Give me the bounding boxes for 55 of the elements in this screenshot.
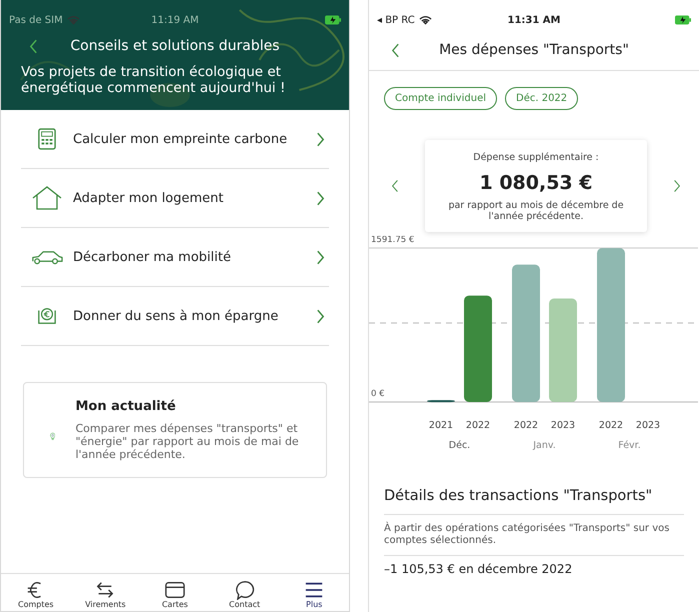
carrier-text: Pas de SIM — [9, 14, 63, 26]
tab-bar-item[interactable]: Contact — [214, 580, 275, 610]
car-icon — [31, 248, 63, 266]
time-text: 11:31 AM — [508, 14, 560, 26]
screen-title: Conseils et solutions durables — [70, 38, 280, 54]
month-label: Janv. — [533, 440, 556, 451]
tab-bar-item[interactable]: Virements — [75, 580, 136, 610]
year-label: 2023 — [636, 420, 660, 431]
axis-label: 1591.75 € — [371, 236, 414, 245]
tab-bar-item[interactable]: Plus — [284, 580, 344, 610]
chevron-icon — [316, 132, 325, 146]
axis-label: 0 € — [371, 389, 385, 399]
summary-note: par rapport au mois de décembre de l'année précédente. — [447, 200, 625, 222]
section-description: À partir des opérations catégorisées "Transports" sur vos comptes sélectionnés. — [384, 515, 684, 556]
menu-item[interactable]: Donner du sens à mon épargne — [21, 287, 329, 346]
year-label: 2022 — [514, 420, 538, 431]
time-text: 11:19 AM — [151, 14, 199, 26]
transaction-summary: –1 105,53 € en décembre 2022 — [384, 562, 574, 576]
year-label: 2023 — [550, 420, 576, 431]
menu-item[interactable]: Décarboner ma mobilité — [21, 228, 329, 287]
next-icon[interactable] — [673, 179, 681, 193]
back-icon[interactable] — [391, 42, 400, 58]
euro-coin-icon — [36, 306, 58, 326]
month-label: Févr. — [618, 440, 641, 451]
battery-icon — [325, 15, 341, 25]
news-description: Comparer mes dépenses "transports" et "énergie" par rapport au mois de mai de l'année précédente. — [75, 422, 300, 461]
filter-chip[interactable]: Compte individuel — [384, 87, 497, 110]
wifi-icon — [66, 15, 80, 25]
card-icon — [162, 580, 187, 600]
menu-item[interactable]: Calculer mon empreinte carbone — [21, 110, 329, 169]
previous-icon[interactable] — [391, 179, 399, 193]
section-title: Détails des transactions "Transports" — [384, 488, 684, 515]
month-label: Déc. — [448, 440, 470, 451]
chevron-icon — [316, 308, 325, 324]
header-subtitle: Vos projets de transition écologique et énergétique commencent aujourd'hui ! — [21, 64, 286, 96]
summary-amount: 1 080,53 € — [480, 172, 592, 194]
back-icon[interactable] — [29, 38, 38, 54]
screen-title: Mes dépenses "Transports" — [439, 42, 629, 58]
news-card[interactable]: Mon actualité Comparer mes dépenses "transports" et "énergie" par rapport au mois de mai de l'année précédente. — [23, 382, 327, 478]
tab-bar-item[interactable]: Cartes — [144, 580, 205, 610]
year-label: 2021 — [428, 420, 454, 431]
year-label: 2022 — [466, 420, 490, 431]
summary-label: Dépense supplémentaire : — [473, 152, 599, 163]
news-title: Mon actualité — [75, 399, 177, 414]
battery-icon — [675, 15, 691, 25]
tab-bar-item[interactable]: Comptes — [6, 580, 66, 610]
carrier-text: ◂ BP RC — [377, 14, 415, 26]
year-label: 2022 — [598, 420, 624, 431]
calculator-icon — [38, 128, 56, 150]
chevron-icon — [316, 250, 325, 264]
house-icon — [31, 185, 63, 211]
chevron-icon — [316, 190, 325, 206]
filter-chip[interactable]: Déc. 2022 — [505, 87, 578, 110]
wifi-icon — [418, 15, 432, 25]
menu-item[interactable]: Adapter mon logement — [21, 169, 329, 228]
